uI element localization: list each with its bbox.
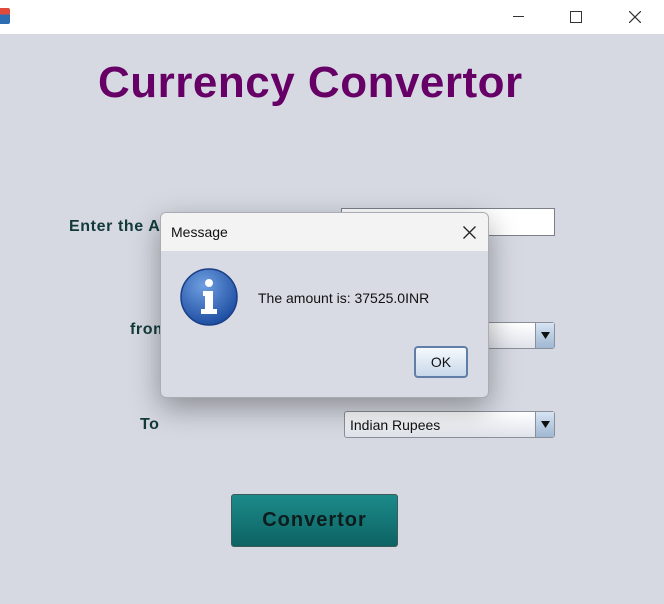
to-currency-value: Indian Rupees <box>350 417 441 433</box>
java-app-icon <box>0 8 10 24</box>
to-label: To <box>140 416 160 433</box>
close-icon[interactable] <box>612 0 658 34</box>
dialog-title: Message <box>171 224 228 240</box>
chevron-down-icon[interactable] <box>535 323 554 348</box>
minimize-icon[interactable] <box>496 0 542 34</box>
window-titlebar <box>0 0 664 34</box>
maximize-icon[interactable] <box>553 0 599 34</box>
chevron-down-icon[interactable] <box>535 412 554 437</box>
to-currency-select[interactable]: Indian Rupees <box>344 411 555 438</box>
convert-button[interactable]: Convertor <box>231 494 398 547</box>
message-dialog: Message The amount is: 37525.0INR OK <box>160 212 489 398</box>
amount-label: Enter the A <box>69 218 161 235</box>
ok-button[interactable]: OK <box>414 346 468 378</box>
dialog-titlebar: Message <box>161 213 488 251</box>
page-title: Currency Convertor <box>98 58 523 107</box>
dialog-message: The amount is: 37525.0INR <box>258 290 430 306</box>
dialog-close-icon[interactable] <box>460 223 478 241</box>
information-icon <box>180 268 238 326</box>
